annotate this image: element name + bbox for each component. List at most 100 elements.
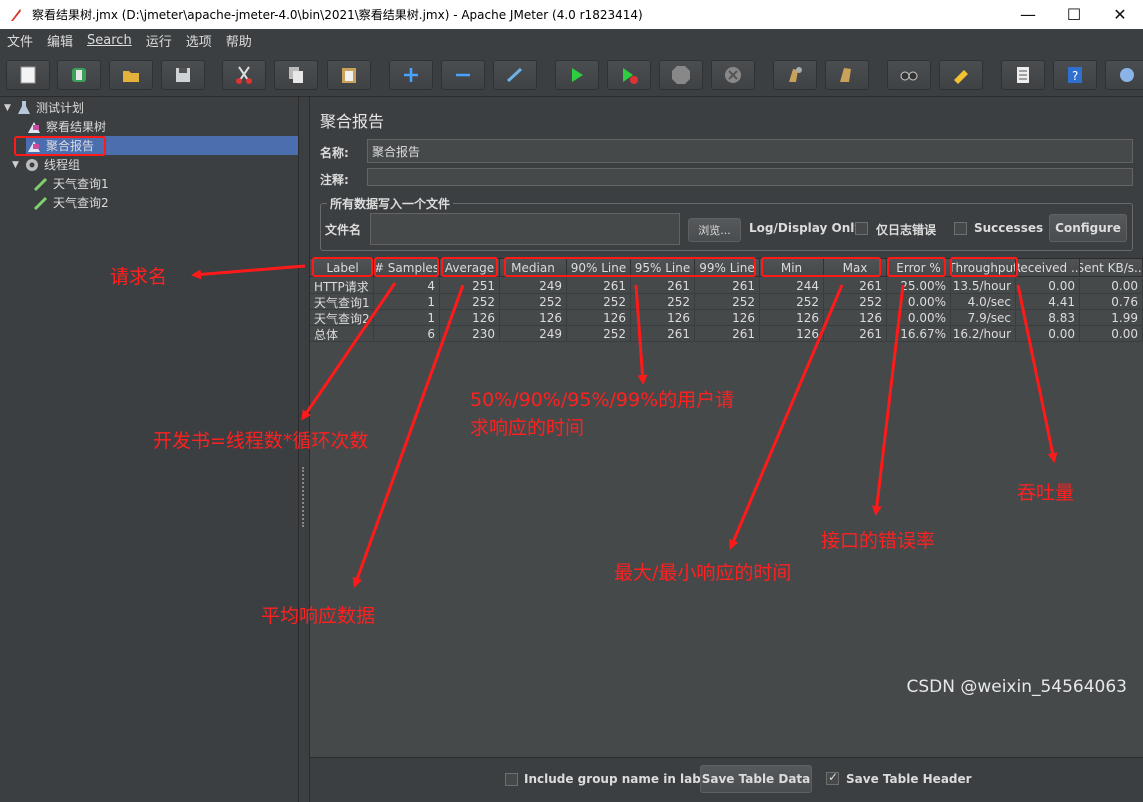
- function-helper-button[interactable]: [1001, 60, 1045, 90]
- column-header-label[interactable]: Label: [312, 259, 374, 277]
- table-cell: 252: [824, 294, 887, 310]
- copy-icon: [289, 67, 303, 83]
- search-button[interactable]: [887, 60, 931, 90]
- filename-input[interactable]: [370, 213, 680, 245]
- split-pane-divider[interactable]: [298, 97, 310, 802]
- reset-search-icon: [954, 70, 968, 84]
- tree-item-test-plan[interactable]: ▼ 测试计划: [4, 98, 84, 117]
- collapse-all-button[interactable]: [441, 60, 485, 90]
- column-header-median[interactable]: Median: [500, 259, 567, 277]
- new-button[interactable]: [6, 60, 50, 90]
- column-header-sent[interactable]: Sent KB/s...: [1080, 259, 1143, 277]
- tree-item-label: 测试计划: [36, 101, 85, 115]
- menu-edit[interactable]: 编辑: [40, 31, 80, 50]
- file-output-group: 所有数据写入一个文件 文件名 浏览... Log/Display Only: 仅…: [320, 195, 1133, 251]
- save-table-header-label: Save Table Header: [846, 772, 972, 786]
- shutdown-button[interactable]: [711, 60, 755, 90]
- stop-button[interactable]: [659, 60, 703, 90]
- table-row[interactable]: 总体 6 230 249 252 261 261 126 261 16.67% 16.2/hour 0…: [310, 326, 1143, 342]
- column-header-error[interactable]: Error %: [887, 259, 951, 277]
- menu-run[interactable]: 运行: [139, 31, 179, 50]
- menu-bar: 文件 编辑 Search 运行 选项 帮助: [0, 29, 1143, 51]
- save-icon: [176, 68, 190, 82]
- save-table-header-checkbox[interactable]: [826, 770, 839, 785]
- paste-button[interactable]: [327, 60, 371, 90]
- menu-options[interactable]: 选项: [179, 31, 219, 50]
- table-cell: 7.9/sec: [951, 310, 1016, 326]
- table-cell: 261: [824, 326, 887, 342]
- table-cell: 0.00: [1080, 278, 1143, 294]
- table-row[interactable]: 天气查询2 1 126 126 126 126 126 126 126 0.00% 7.9/sec 8…: [310, 310, 1143, 326]
- listener-icon: [28, 140, 40, 152]
- save-button[interactable]: [161, 60, 205, 90]
- comment-field[interactable]: [367, 168, 1133, 186]
- table-cell: 1: [374, 294, 440, 310]
- table-row[interactable]: 天气查询1 1 252 252 252 252 252 252 252 0.00% 4.0/sec 4…: [310, 294, 1143, 310]
- successes-checkbox[interactable]: [954, 222, 967, 235]
- jmeter-feather-icon: [11, 8, 21, 21]
- expand-toggle-icon[interactable]: ▼: [12, 160, 24, 170]
- menu-file[interactable]: 文件: [0, 31, 40, 50]
- configure-button[interactable]: Configure: [1049, 214, 1127, 242]
- menu-help[interactable]: 帮助: [219, 31, 259, 50]
- column-header-samples[interactable]: # Samples: [374, 259, 440, 277]
- tree-item-weather-query-2[interactable]: 天气查询2: [33, 193, 109, 212]
- include-group-name-label: Include group name in label?: [524, 772, 721, 786]
- tree-item-view-results-tree[interactable]: 察看结果树: [26, 117, 106, 136]
- remote-start-button[interactable]: [1105, 60, 1143, 90]
- column-header-throughput[interactable]: Throughput: [951, 259, 1016, 277]
- table-cell: 126: [824, 310, 887, 326]
- column-header-90-line[interactable]: 90% Line: [567, 259, 631, 277]
- maximize-button[interactable]: ☐: [1051, 0, 1097, 29]
- save-table-data-button[interactable]: Save Table Data: [700, 765, 812, 793]
- browse-button[interactable]: 浏览...: [688, 218, 741, 242]
- comment-label: 注释:: [320, 173, 349, 187]
- table-cell: 4: [374, 278, 440, 294]
- expand-all-button[interactable]: [389, 60, 433, 90]
- clear-icon: [789, 67, 802, 82]
- table-cell: 16.2/hour: [951, 326, 1016, 342]
- divider-grip[interactable]: [302, 467, 306, 527]
- column-header-min[interactable]: Min: [760, 259, 824, 277]
- name-field[interactable]: 聚合报告: [367, 139, 1133, 163]
- table-row[interactable]: HTTP请求 4 251 249 261 261 261 244 261 25.00% 13.5/h…: [310, 278, 1143, 294]
- table-cell: 0.00: [1016, 278, 1080, 294]
- table-cell: 0.00%: [887, 294, 951, 310]
- clear-all-button[interactable]: [825, 60, 869, 90]
- sampler-icon: [33, 196, 48, 210]
- clear-button[interactable]: [773, 60, 817, 90]
- remote-icon: [1120, 68, 1134, 82]
- errors-only-checkbox[interactable]: [855, 222, 868, 235]
- copy-button[interactable]: [274, 60, 318, 90]
- open-button[interactable]: [109, 60, 153, 90]
- include-group-name-checkbox[interactable]: [505, 773, 518, 786]
- name-label: 名称:: [320, 146, 349, 160]
- minimize-button[interactable]: —: [1005, 0, 1051, 29]
- help-button[interactable]: ?: [1053, 60, 1097, 90]
- column-header-99-line[interactable]: 99% Line: [695, 259, 760, 277]
- window-title-bar: 察看结果树.jmx (D:\jmeter\apache-jmeter-4.0\b…: [0, 0, 1143, 29]
- toolbar: ?: [0, 51, 1143, 97]
- reset-search-button[interactable]: [939, 60, 983, 90]
- tree-item-weather-query-1[interactable]: 天气查询1: [33, 174, 109, 193]
- close-button[interactable]: ✕: [1097, 0, 1143, 29]
- start-button[interactable]: [555, 60, 599, 90]
- menu-search[interactable]: Search: [80, 33, 139, 48]
- templates-button[interactable]: [57, 60, 101, 90]
- tree-item-thread-group[interactable]: ▼ 线程组: [12, 155, 80, 174]
- column-header-average[interactable]: Average: [440, 259, 500, 277]
- tree-item-aggregate-report[interactable]: 聚合报告: [26, 136, 298, 155]
- start-no-pauses-button[interactable]: [607, 60, 651, 90]
- table-cell: 总体: [312, 326, 374, 342]
- column-header-95-line[interactable]: 95% Line: [631, 259, 695, 277]
- table-cell: 天气查询1: [312, 294, 374, 310]
- toggle-button[interactable]: [493, 60, 537, 90]
- table-cell: 1.99: [1080, 310, 1143, 326]
- cut-button[interactable]: [222, 60, 266, 90]
- table-cell: 126: [567, 310, 631, 326]
- column-header-max[interactable]: Max: [824, 259, 887, 277]
- table-cell: 261: [631, 278, 695, 294]
- column-header-received[interactable]: Received ...: [1016, 259, 1080, 277]
- expand-toggle-icon[interactable]: ▼: [4, 103, 16, 113]
- table-cell: 261: [695, 278, 760, 294]
